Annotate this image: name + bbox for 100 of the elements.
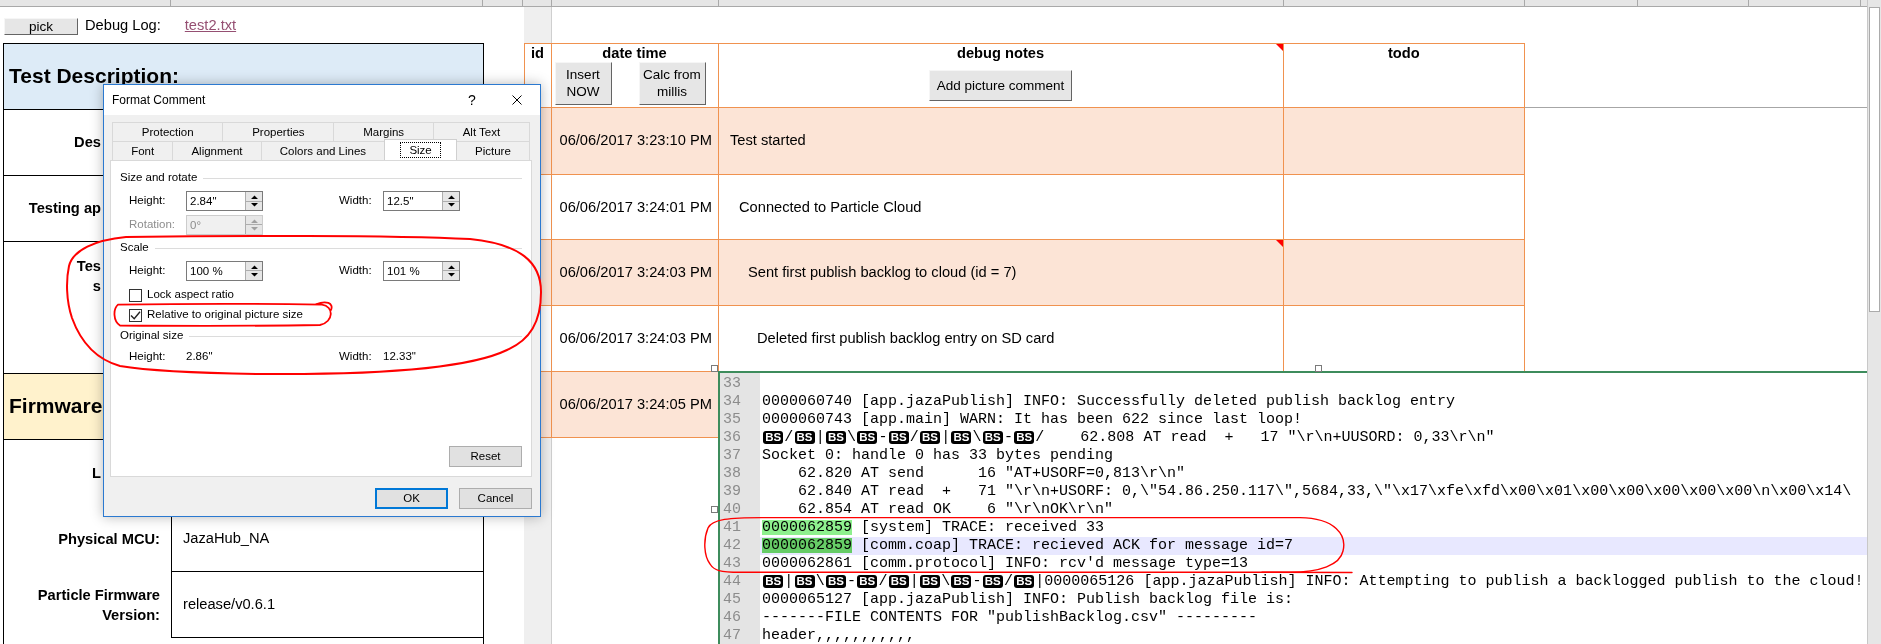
control-character-marker: BS xyxy=(1014,431,1035,444)
control-character-marker: BS xyxy=(920,431,941,444)
tab[interactable]: Alignment xyxy=(172,141,262,160)
log-text: [system] TRACE: received 33 xyxy=(861,520,1105,535)
field-label: Height: xyxy=(129,350,166,364)
spin-buttons[interactable] xyxy=(442,262,459,280)
log-text: \ xyxy=(847,430,857,445)
reset-button[interactable]: Reset xyxy=(449,446,522,467)
control-character-marker: BS xyxy=(982,575,1003,588)
log-text: / xyxy=(784,430,794,445)
control-character-marker: BS xyxy=(1014,575,1035,588)
column-strip xyxy=(524,7,552,43)
column-header: id xyxy=(531,44,545,62)
spin-arrows-icon xyxy=(250,265,258,277)
log-text: 0000062861 [comm.protocol] INFO: rcv'd message type=13 xyxy=(762,556,1249,571)
checkbox[interactable] xyxy=(129,308,142,322)
spin-field[interactable]: 100 % xyxy=(186,261,263,281)
spin-arrows-icon xyxy=(250,195,258,207)
control-character-marker: BS xyxy=(794,431,815,444)
sheet-button[interactable]: Calc from millis xyxy=(638,61,706,105)
spin-arrows-icon xyxy=(447,195,455,207)
tab[interactable]: Alt Text xyxy=(432,122,530,141)
debug-log-label: Debug Log: xyxy=(85,15,161,34)
ok-button[interactable]: OK xyxy=(375,488,448,509)
tab[interactable]: Protection xyxy=(112,122,224,141)
line-number: 36 xyxy=(723,430,741,445)
line-number: 33 xyxy=(723,376,741,391)
control-character-marker: BS xyxy=(794,575,815,588)
field-label: Width: xyxy=(339,194,372,208)
field-label: Width: xyxy=(339,350,372,364)
log-text: | xyxy=(941,430,951,445)
scrollbar-thumb[interactable] xyxy=(1869,7,1880,312)
log-text: Socket 0: handle 0 has 33 bytes pending xyxy=(762,448,1114,463)
note-text: Connected to Particle Cloud xyxy=(739,197,922,216)
control-character-marker: BS xyxy=(825,431,846,444)
line-number: 46 xyxy=(723,610,741,625)
tab[interactable]: Size xyxy=(384,139,457,160)
spin-buttons[interactable] xyxy=(442,192,459,210)
spin-field[interactable]: 101 % xyxy=(383,261,460,281)
checkbox-label[interactable]: Relative to original picture size xyxy=(147,308,303,322)
date-time-cell: 06/06/2017 3:23:10 PM xyxy=(551,107,719,175)
checkbox-label[interactable]: Lock aspect ratio xyxy=(147,288,234,302)
line-number: 38 xyxy=(723,466,741,481)
resize-handle[interactable] xyxy=(710,365,718,372)
field-label: Height: xyxy=(129,264,166,278)
spin-buttons[interactable] xyxy=(245,262,262,280)
field-label: L xyxy=(92,463,101,483)
control-character-marker: BS xyxy=(920,575,941,588)
resize-handle[interactable] xyxy=(1315,365,1322,372)
field-label: Des xyxy=(74,133,101,152)
dimension-value: 12.33" xyxy=(383,350,416,364)
tab[interactable]: Picture xyxy=(455,141,530,160)
tab[interactable]: Properties xyxy=(222,122,335,141)
date-time-cell: 06/06/2017 3:24:03 PM xyxy=(551,240,719,306)
control-character-marker: BS xyxy=(857,431,878,444)
date-time-cell: 06/06/2017 3:24:01 PM xyxy=(551,174,719,240)
cancel-button[interactable]: Cancel xyxy=(459,488,532,509)
resize-handle[interactable] xyxy=(710,505,718,513)
log-text: | xyxy=(909,574,919,589)
log-text: / xyxy=(878,574,888,589)
spin-buttons[interactable] xyxy=(245,192,262,210)
column-header: debug notes xyxy=(956,44,1045,62)
spin-arrows-icon xyxy=(250,219,258,231)
spin-field[interactable]: 12.5" xyxy=(383,191,460,211)
log-text: - xyxy=(1004,430,1013,445)
control-character-marker: BS xyxy=(982,431,1003,444)
tab[interactable]: Font xyxy=(112,141,174,160)
control-character-marker: BS xyxy=(888,431,909,444)
control-character-marker: BS xyxy=(888,575,909,588)
log-text: / xyxy=(909,430,919,445)
sheet-button[interactable]: Insert NOW xyxy=(554,61,612,105)
pick-button[interactable]: pick xyxy=(4,17,78,35)
log-text: 62.854 AT read OK 6 "\r\nOK\r\n" xyxy=(798,502,1114,517)
spin-field[interactable]: 2.84" xyxy=(186,191,263,211)
comment-indicator-icon xyxy=(1275,43,1283,51)
line-number: 41 xyxy=(723,520,741,535)
dialog-title: Format Comment xyxy=(112,92,206,108)
line-number: 35 xyxy=(723,412,741,427)
tab[interactable]: Margins xyxy=(333,122,434,141)
file-link[interactable]: test2.txt xyxy=(184,15,237,34)
sheet-button[interactable]: Add picture comment xyxy=(928,69,1073,101)
line-number: 44 xyxy=(723,574,741,589)
control-character-marker: BS xyxy=(951,575,972,588)
dimension-value: 2.86" xyxy=(186,350,213,364)
log-text: - xyxy=(878,430,888,445)
log-text: 0000065127 [app.jazaPublish] INFO: Publish backlog file is: xyxy=(762,592,1294,607)
field-label: Height: xyxy=(129,194,166,208)
vertical-scrollbar[interactable] xyxy=(1867,0,1881,644)
log-text: / 62.808 AT read + 17 "\r\n+UUSORD: 0,33\r\n" xyxy=(1035,430,1495,445)
line-number: 39 xyxy=(723,484,741,499)
date-time-cell: 06/06/2017 3:24:03 PM xyxy=(551,306,719,372)
control-character-marker: BS xyxy=(951,431,972,444)
log-text: \ xyxy=(941,574,951,589)
checkbox[interactable] xyxy=(129,288,142,302)
control-character-marker: BS xyxy=(763,575,784,588)
note-text: Deleted first publish backlog entry on SD card xyxy=(757,329,1055,348)
log-text: -------FILE CONTENTS FOR "publishBacklog.csv" --------- xyxy=(762,610,1258,625)
log-text: 0000060743 [app.main] WARN: It has been 622 since last loop! xyxy=(762,412,1303,427)
log-text: \ xyxy=(815,574,825,589)
field-label: Physical MCU: xyxy=(58,529,160,549)
